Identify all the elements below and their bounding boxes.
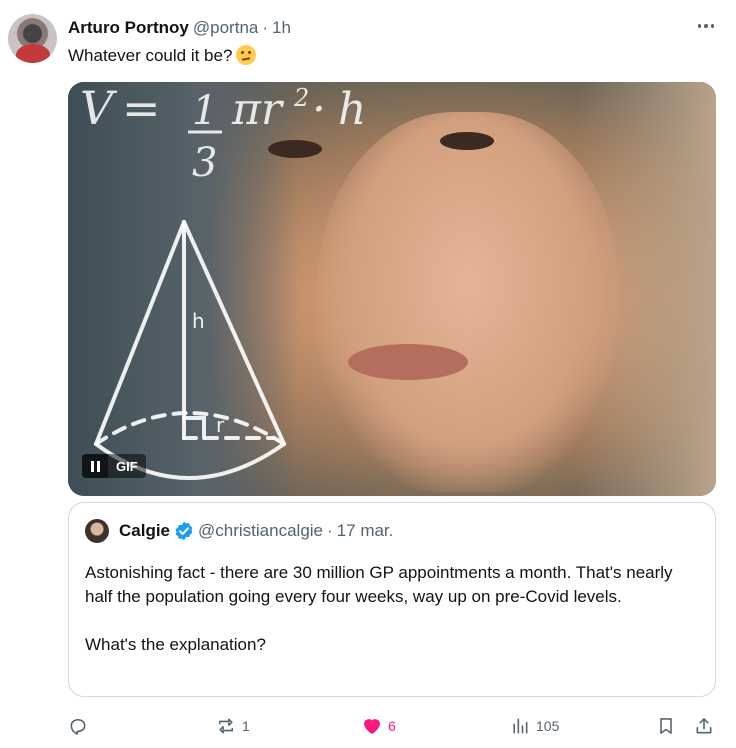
reply-button[interactable] bbox=[68, 712, 94, 740]
tweet-actions-bar: 1 6 105 bbox=[68, 712, 718, 740]
views-icon bbox=[513, 718, 528, 734]
tweet-text: Whatever could it be? bbox=[68, 44, 257, 68]
quoted-tweet-paragraph: What's the explanation? bbox=[85, 635, 266, 654]
gif-badge: GIF bbox=[82, 454, 146, 478]
heart-icon bbox=[364, 719, 380, 734]
bookmark-button[interactable] bbox=[656, 712, 676, 740]
quoted-tweet-header: Calgie @christiancalgie · 17 mar. bbox=[119, 519, 393, 543]
bookmark-icon bbox=[660, 718, 672, 734]
tweet-text-content: Whatever could it be? bbox=[68, 46, 233, 65]
quoted-separator-dot: · bbox=[327, 521, 333, 540]
svg-text:r: r bbox=[216, 413, 225, 437]
svg-text:=: = bbox=[122, 84, 161, 135]
gif-lips bbox=[348, 344, 468, 380]
author-handle[interactable]: @portna bbox=[193, 18, 258, 38]
retweet-icon bbox=[218, 718, 234, 734]
share-icon bbox=[696, 718, 712, 734]
pause-icon[interactable] bbox=[82, 454, 108, 478]
reply-icon bbox=[70, 718, 86, 735]
svg-text:h: h bbox=[192, 309, 205, 333]
quoted-tweet-paragraph: Astonishing fact - there are 30 million … bbox=[85, 563, 673, 606]
tweet-gif[interactable]: V = 1 3 πr 2 · h h r GIF bbox=[68, 82, 716, 496]
svg-text:3: 3 bbox=[192, 140, 217, 186]
quoted-tweet-date[interactable]: 17 mar. bbox=[337, 521, 394, 541]
quoted-tweet[interactable]: Calgie @christiancalgie · 17 mar. Astoni… bbox=[68, 502, 716, 697]
verified-badge-icon bbox=[175, 521, 193, 541]
gif-cone-drawing: h r bbox=[94, 220, 286, 480]
svg-text:·: · bbox=[312, 84, 326, 135]
svg-text:πr: πr bbox=[231, 84, 285, 135]
quoted-tweet-text: Astonishing fact - there are 30 million … bbox=[85, 561, 701, 657]
like-button[interactable]: 6 bbox=[362, 712, 396, 740]
more-options-icon[interactable] bbox=[694, 16, 718, 36]
quoted-author-handle[interactable]: @christiancalgie bbox=[198, 521, 323, 541]
quoted-author-name[interactable]: Calgie bbox=[119, 521, 170, 541]
tweet-header: Arturo Portnoy @portna · 1h bbox=[68, 16, 291, 40]
retweet-button[interactable]: 1 bbox=[216, 712, 250, 740]
gif-eye-right bbox=[440, 132, 494, 150]
views-button[interactable]: 105 bbox=[510, 712, 559, 740]
views-count: 105 bbox=[536, 718, 560, 734]
separator-dot: · bbox=[262, 18, 269, 37]
svg-text:V: V bbox=[80, 84, 118, 135]
quoted-author-avatar[interactable] bbox=[85, 519, 109, 543]
author-name[interactable]: Arturo Portnoy bbox=[68, 18, 189, 38]
thinking-face-emoji bbox=[236, 45, 257, 65]
gif-formula-overlay: V = 1 3 πr 2 · h bbox=[80, 82, 420, 205]
author-avatar[interactable] bbox=[8, 14, 57, 63]
svg-text:h: h bbox=[338, 84, 366, 135]
retweet-count: 1 bbox=[242, 718, 250, 734]
gif-label: GIF bbox=[108, 454, 146, 478]
svg-text:1: 1 bbox=[192, 88, 217, 134]
like-count: 6 bbox=[388, 718, 396, 734]
svg-text:2: 2 bbox=[293, 84, 309, 112]
share-button[interactable] bbox=[694, 712, 714, 740]
tweet-timestamp[interactable]: 1h bbox=[272, 18, 291, 38]
